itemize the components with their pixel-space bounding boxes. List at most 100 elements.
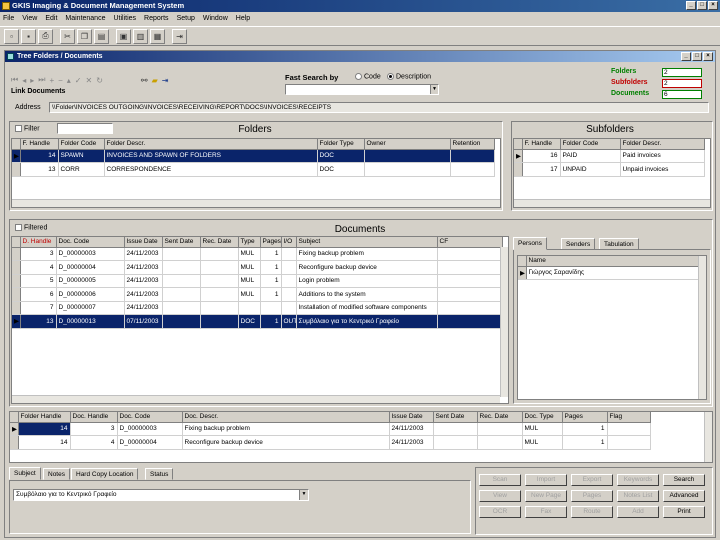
- column-header[interactable]: Rec. Date: [477, 412, 523, 423]
- linked-vscroll[interactable]: [704, 412, 712, 462]
- folder-icon[interactable]: ▰: [152, 76, 158, 85]
- minimize-button[interactable]: _: [686, 1, 696, 10]
- print-icon[interactable]: ⎙: [38, 28, 53, 44]
- save-icon[interactable]: ▪: [21, 28, 36, 44]
- table-row[interactable]: 5 D_00000005 24/11/2003 MUL 1 Login problem: [12, 274, 503, 288]
- print-button[interactable]: Print: [663, 506, 705, 518]
- subfolders-grid[interactable]: F. Handle Folder Code Folder Descr. ▶ 16 PAI…: [513, 138, 711, 208]
- column-header[interactable]: Doc. Handle: [70, 412, 118, 423]
- table-row[interactable]: ▶ 14 SPAWN INVOICES AND SPAWN OF FOLDERS DOC: [12, 149, 495, 163]
- column-header[interactable]: CF: [437, 237, 503, 248]
- notes-list-button[interactable]: Notes List: [617, 490, 659, 502]
- view-button[interactable]: View: [479, 490, 521, 502]
- menu-reports[interactable]: Reports: [144, 15, 169, 22]
- search-by-description-radio[interactable]: Description: [387, 73, 431, 80]
- cascade-icon[interactable]: ▣: [116, 28, 131, 44]
- column-header[interactable]: Issue Date: [124, 237, 163, 248]
- paste-icon[interactable]: ▤: [94, 28, 109, 44]
- close-button[interactable]: ×: [708, 1, 718, 10]
- insert-record-icon[interactable]: +: [49, 76, 54, 85]
- column-header[interactable]: Doc. Code: [117, 412, 183, 423]
- menu-file[interactable]: File: [3, 15, 14, 22]
- edit-record-icon[interactable]: ▴: [67, 76, 71, 85]
- documents-vscroll[interactable]: [500, 247, 508, 397]
- tab-persons[interactable]: Persons: [513, 237, 547, 250]
- search-button[interactable]: Search: [663, 474, 705, 486]
- last-record-icon[interactable]: ⏭: [38, 75, 45, 85]
- menu-maintenance[interactable]: Maintenance: [65, 15, 105, 22]
- tile-icon[interactable]: ▥: [133, 28, 148, 44]
- keywords-button[interactable]: Keywords: [617, 474, 659, 486]
- column-header[interactable]: Sent Date: [433, 412, 478, 423]
- ocr-button[interactable]: OCR: [479, 506, 521, 518]
- column-header[interactable]: Rec. Date: [200, 237, 239, 248]
- folders-filter-checkbox[interactable]: Filter: [15, 125, 40, 132]
- child-maximize-button[interactable]: □: [692, 52, 702, 61]
- table-row[interactable]: 17 UNPAID Unpaid invoices: [514, 162, 705, 177]
- column-header[interactable]: Name: [526, 256, 701, 267]
- documents-filtered-checkbox[interactable]: Filtered: [15, 224, 47, 231]
- table-row[interactable]: 6 D_00000006 24/11/2003 MUL 1 Additions to th…: [12, 287, 503, 302]
- table-row[interactable]: 14 4 D_00000004 Reconfigure backup device 24…: [10, 435, 651, 450]
- column-header[interactable]: I/O: [281, 237, 297, 248]
- copy-icon[interactable]: ❐: [77, 28, 92, 44]
- column-header[interactable]: Folder Type: [317, 139, 365, 150]
- table-row[interactable]: ▶ 16 PAID Paid invoices: [514, 149, 705, 163]
- export-button[interactable]: Export: [571, 474, 613, 486]
- exit-icon[interactable]: ⇥: [172, 28, 187, 44]
- advanced-button[interactable]: Advanced: [663, 490, 705, 502]
- tab-status[interactable]: Status: [145, 468, 174, 480]
- new-icon[interactable]: ▫: [4, 28, 19, 44]
- route-button[interactable]: Route: [571, 506, 613, 518]
- exit-door-icon[interactable]: ⇥: [162, 76, 169, 85]
- column-header[interactable]: F. Handle: [20, 139, 59, 150]
- column-header[interactable]: Type: [238, 237, 261, 248]
- linked-documents-grid[interactable]: Folder Handle Doc. Handle Doc. Code Doc. De…: [9, 411, 713, 463]
- refresh-icon[interactable]: ↻: [96, 76, 103, 85]
- subfolders-hscroll[interactable]: [514, 199, 710, 207]
- column-header[interactable]: Folder Handle: [18, 412, 71, 423]
- column-header[interactable]: Pages: [260, 237, 282, 248]
- delete-record-icon[interactable]: −: [58, 76, 63, 85]
- tab-subject[interactable]: Subject: [9, 467, 41, 480]
- table-row[interactable]: ▶ 13 D_00000013 07/11/2003 DOC 1 OUT Συμβόλαιο …: [12, 314, 503, 329]
- menu-edit[interactable]: Edit: [45, 15, 57, 22]
- menu-window[interactable]: Window: [203, 15, 228, 22]
- cut-icon[interactable]: ✂: [60, 28, 75, 44]
- maximize-button[interactable]: □: [697, 1, 707, 10]
- table-row[interactable]: ▶ Γιώργος Σαρανίδης: [518, 266, 701, 280]
- binoculars-icon[interactable]: ⚯: [141, 76, 148, 85]
- column-header[interactable]: Subject: [296, 237, 438, 248]
- subject-dropdown[interactable]: Συμβόλαιο για το Κεντρικό Γραφείο ▼: [13, 489, 309, 501]
- table-row[interactable]: 4 D_00000004 24/11/2003 MUL 1 Reconfigure bac…: [12, 260, 503, 275]
- column-header[interactable]: Folder Code: [560, 139, 621, 150]
- cancel-record-icon[interactable]: ✕: [86, 76, 93, 85]
- persons-grid[interactable]: Name ▶ Γιώργος Σαρανίδης: [517, 255, 707, 400]
- menu-help[interactable]: Help: [236, 15, 250, 22]
- documents-grid[interactable]: D. Handle Doc. Code Issue Date Sent Date Rec…: [11, 236, 509, 404]
- tab-notes[interactable]: Notes: [43, 468, 70, 480]
- column-header[interactable]: Folder Descr.: [104, 139, 318, 150]
- menu-view[interactable]: View: [22, 15, 37, 22]
- folders-hscroll[interactable]: [12, 199, 500, 207]
- fast-search-input[interactable]: [285, 84, 439, 95]
- child-close-button[interactable]: ×: [703, 52, 713, 61]
- pages-button[interactable]: Pages: [571, 490, 613, 502]
- menu-utilities[interactable]: Utilities: [113, 15, 136, 22]
- add-button[interactable]: Add: [617, 506, 659, 518]
- child-minimize-button[interactable]: _: [681, 52, 691, 61]
- import-button[interactable]: Import: [525, 474, 567, 486]
- column-header[interactable]: Pages: [562, 412, 608, 423]
- column-header[interactable]: Flag: [607, 412, 651, 423]
- column-header[interactable]: Doc. Code: [56, 237, 125, 248]
- persons-vscroll[interactable]: [698, 256, 706, 399]
- fax-button[interactable]: Fax: [525, 506, 567, 518]
- next-record-icon[interactable]: ▸: [30, 76, 34, 85]
- documents-hscroll[interactable]: [12, 395, 500, 403]
- chevron-down-icon[interactable]: ▼: [299, 490, 308, 500]
- column-header[interactable]: Retention: [450, 139, 495, 150]
- folders-filter-input[interactable]: [57, 123, 113, 134]
- column-header[interactable]: F. Handle: [522, 139, 561, 150]
- scan-button[interactable]: Scan: [479, 474, 521, 486]
- column-header[interactable]: Folder Descr.: [620, 139, 705, 150]
